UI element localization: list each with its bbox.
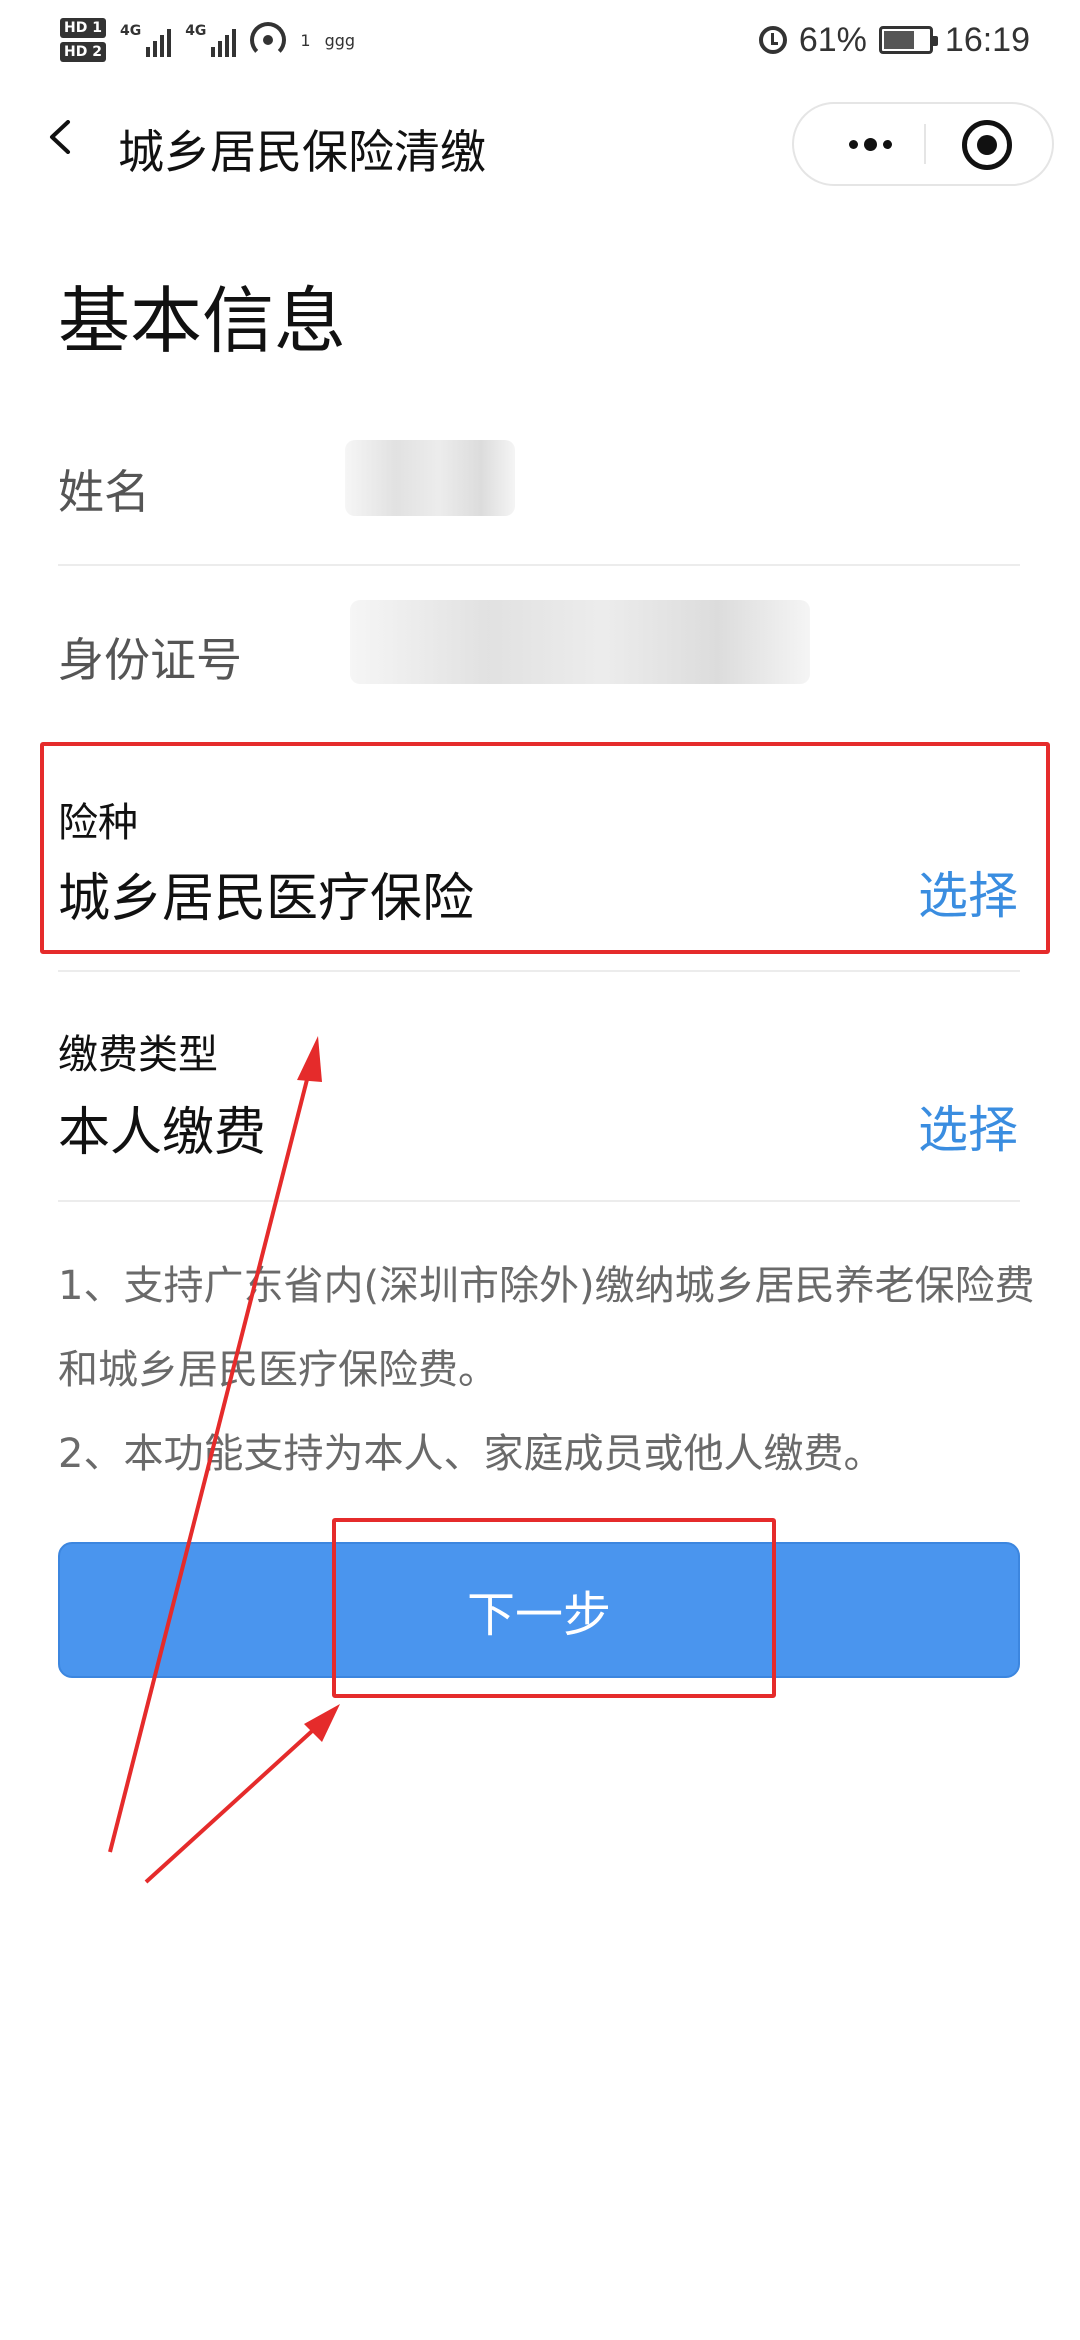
payment-type-label: 缴费类型: [58, 1032, 218, 1078]
divider: [58, 564, 1020, 566]
note-2: 2、本功能支持为本人、家庭成员或他人缴费。: [58, 1431, 884, 1477]
arrow-to-next-button: [144, 1704, 340, 1884]
annotation-box-insurance: [40, 742, 1050, 954]
payment-type-value: 本人缴费: [58, 1103, 267, 1163]
mini-program-capsule: [792, 102, 1054, 186]
hd-2-badge: HD 2: [60, 42, 106, 62]
divider: [58, 1200, 1020, 1202]
clock: 16:19: [944, 20, 1030, 59]
capsule-divider: [924, 124, 926, 164]
target-circle-icon[interactable]: [962, 120, 1012, 170]
misc-status-icon: ggg: [324, 30, 356, 50]
wifi-count: 1: [300, 30, 311, 50]
status-right: 61% 16:19: [758, 14, 1030, 66]
page-title: 城乡居民保险清缴: [118, 125, 486, 179]
id-label: 身份证号: [58, 633, 242, 687]
status-bar: HD 1 HD 2 4G 4G 1 ggg 61% 16:19: [0, 0, 1080, 80]
alarm-icon: [758, 26, 787, 54]
name-value-redacted: [345, 440, 515, 516]
note-1: 1、支持广东省内(深圳市除外)缴纳城乡居民养老保险费和城乡居民医疗保险费。: [58, 1263, 1035, 1393]
id-value-redacted: [350, 600, 810, 684]
wifi-icon: [250, 22, 287, 58]
divider: [58, 970, 1020, 972]
more-dots-icon[interactable]: [830, 122, 910, 166]
status-left: HD 1 HD 2 4G 4G 1 ggg: [60, 10, 355, 70]
name-label: 姓名: [58, 465, 150, 519]
chevron-left-icon[interactable]: [44, 120, 78, 154]
hd-1-badge: HD 1: [60, 18, 106, 38]
payment-type-select-button[interactable]: 选择: [918, 1090, 1018, 1162]
battery-percent: 61%: [798, 20, 867, 59]
section-heading: 基本信息: [58, 279, 347, 363]
signal-1-icon: 4G: [120, 23, 172, 57]
hd-indicator: HD 1 HD 2: [60, 18, 106, 62]
annotation-box-next: [332, 1518, 776, 1698]
battery-icon: [878, 26, 938, 54]
signal-2-icon: 4G: [185, 23, 237, 57]
